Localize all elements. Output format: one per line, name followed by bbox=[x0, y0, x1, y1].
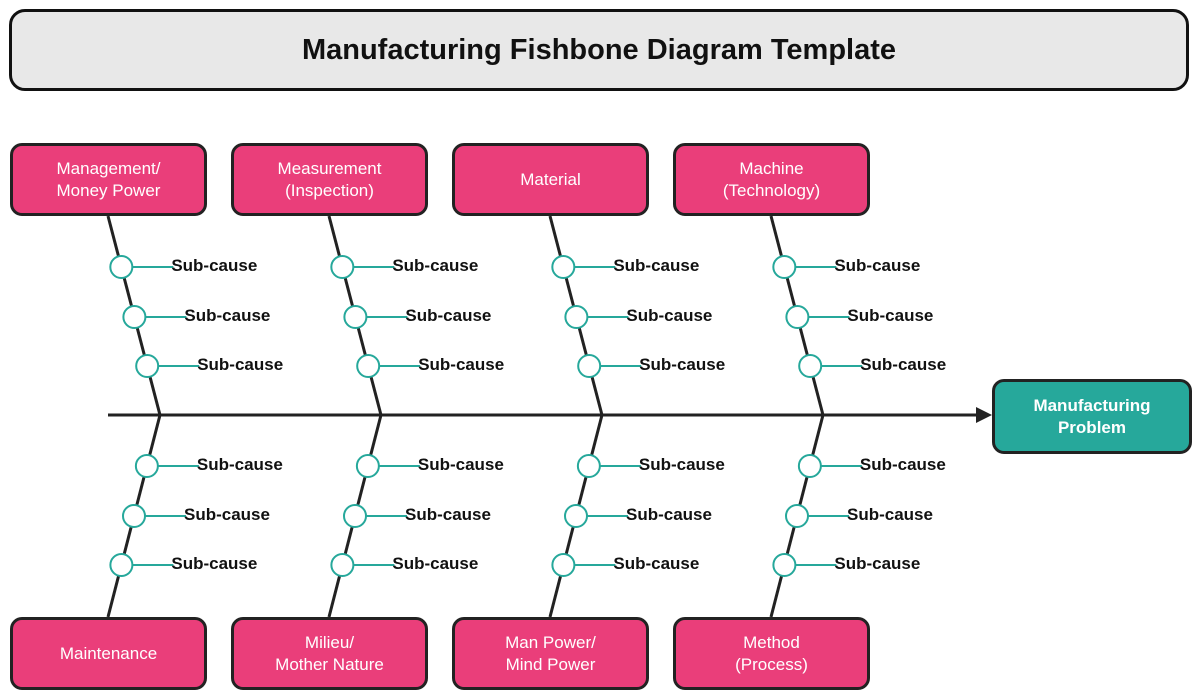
sub-cause-node[interactable] bbox=[577, 354, 602, 378]
sub-cause-node[interactable] bbox=[798, 354, 823, 378]
category-label: Material bbox=[520, 169, 581, 189]
problem-box[interactable]: Manufacturing Problem bbox=[992, 379, 1192, 454]
sub-cause-label[interactable]: Sub-cause bbox=[626, 306, 712, 326]
sub-cause-label[interactable]: Sub-cause bbox=[847, 306, 933, 326]
category-box-top-1[interactable]: Management/ Money Power bbox=[10, 143, 207, 216]
sub-cause-node[interactable] bbox=[772, 255, 797, 279]
spine-arrowhead bbox=[976, 407, 992, 423]
sub-cause-label[interactable]: Sub-cause bbox=[639, 355, 725, 375]
category-label: Method (Process) bbox=[735, 632, 808, 674]
sub-cause-label[interactable]: Sub-cause bbox=[847, 505, 933, 525]
sub-cause-node[interactable] bbox=[330, 255, 355, 279]
sub-cause-label[interactable]: Sub-cause bbox=[418, 455, 504, 475]
sub-cause-label[interactable]: Sub-cause bbox=[834, 256, 920, 276]
sub-cause-node[interactable] bbox=[576, 454, 601, 478]
category-box-top-3[interactable]: Material bbox=[452, 143, 649, 216]
fishbone-diagram bbox=[106, 215, 992, 618]
sub-cause-label[interactable]: Sub-cause bbox=[860, 355, 946, 375]
sub-cause-label[interactable]: Sub-cause bbox=[860, 455, 946, 475]
sub-cause-label[interactable]: Sub-cause bbox=[197, 455, 283, 475]
sub-cause-node[interactable] bbox=[343, 305, 368, 329]
sub-cause-label[interactable]: Sub-cause bbox=[613, 554, 699, 574]
sub-cause-label[interactable]: Sub-cause bbox=[171, 554, 257, 574]
category-box-bottom-2[interactable]: Milieu/ Mother Nature bbox=[231, 617, 428, 690]
sub-cause-label[interactable]: Sub-cause bbox=[405, 306, 491, 326]
sub-cause-node[interactable] bbox=[109, 553, 134, 577]
sub-cause-node[interactable] bbox=[135, 354, 160, 378]
sub-cause-label[interactable]: Sub-cause bbox=[184, 505, 270, 525]
sub-cause-label[interactable]: Sub-cause bbox=[392, 554, 478, 574]
sub-cause-label[interactable]: Sub-cause bbox=[197, 355, 283, 375]
sub-cause-node[interactable] bbox=[356, 354, 381, 378]
sub-cause-node[interactable] bbox=[564, 504, 588, 528]
category-label: Machine (Technology) bbox=[722, 158, 821, 200]
category-label: Man Power/ Mind Power bbox=[505, 632, 596, 674]
sub-cause-node[interactable] bbox=[785, 305, 810, 329]
sub-cause-node[interactable] bbox=[355, 454, 380, 478]
sub-cause-node[interactable] bbox=[109, 255, 134, 279]
sub-cause-node[interactable] bbox=[330, 553, 355, 577]
sub-cause-node[interactable] bbox=[122, 504, 146, 528]
sub-cause-label[interactable]: Sub-cause bbox=[834, 554, 920, 574]
category-box-top-2[interactable]: Measurement (Inspection) bbox=[231, 143, 428, 216]
sub-cause-label[interactable]: Sub-cause bbox=[405, 505, 491, 525]
category-label: Milieu/ Mother Nature bbox=[275, 632, 384, 674]
sub-cause-node[interactable] bbox=[343, 504, 367, 528]
sub-cause-node[interactable] bbox=[122, 305, 147, 329]
sub-cause-label[interactable]: Sub-cause bbox=[418, 355, 504, 375]
sub-cause-label[interactable]: Sub-cause bbox=[626, 505, 712, 525]
category-label: Maintenance bbox=[59, 643, 158, 663]
sub-cause-label[interactable]: Sub-cause bbox=[613, 256, 699, 276]
category-label: Management/ Money Power bbox=[56, 158, 161, 200]
sub-cause-node[interactable] bbox=[551, 553, 576, 577]
sub-cause-node[interactable] bbox=[785, 504, 809, 528]
sub-cause-node[interactable] bbox=[772, 553, 797, 577]
category-box-top-4[interactable]: Machine (Technology) bbox=[673, 143, 870, 216]
category-box-bottom-3[interactable]: Man Power/ Mind Power bbox=[452, 617, 649, 690]
sub-cause-node[interactable] bbox=[797, 454, 822, 478]
sub-cause-label[interactable]: Sub-cause bbox=[639, 455, 725, 475]
sub-cause-label[interactable]: Sub-cause bbox=[392, 256, 478, 276]
sub-cause-label[interactable]: Sub-cause bbox=[171, 256, 257, 276]
sub-cause-node[interactable] bbox=[134, 454, 159, 478]
category-box-bottom-4[interactable]: Method (Process) bbox=[673, 617, 870, 690]
category-box-bottom-1[interactable]: Maintenance bbox=[10, 617, 207, 690]
sub-cause-label[interactable]: Sub-cause bbox=[184, 306, 270, 326]
sub-cause-node[interactable] bbox=[551, 255, 576, 279]
category-label: Measurement (Inspection) bbox=[277, 158, 382, 200]
sub-cause-node[interactable] bbox=[564, 305, 589, 329]
problem-label: Manufacturing Problem bbox=[1033, 395, 1151, 437]
